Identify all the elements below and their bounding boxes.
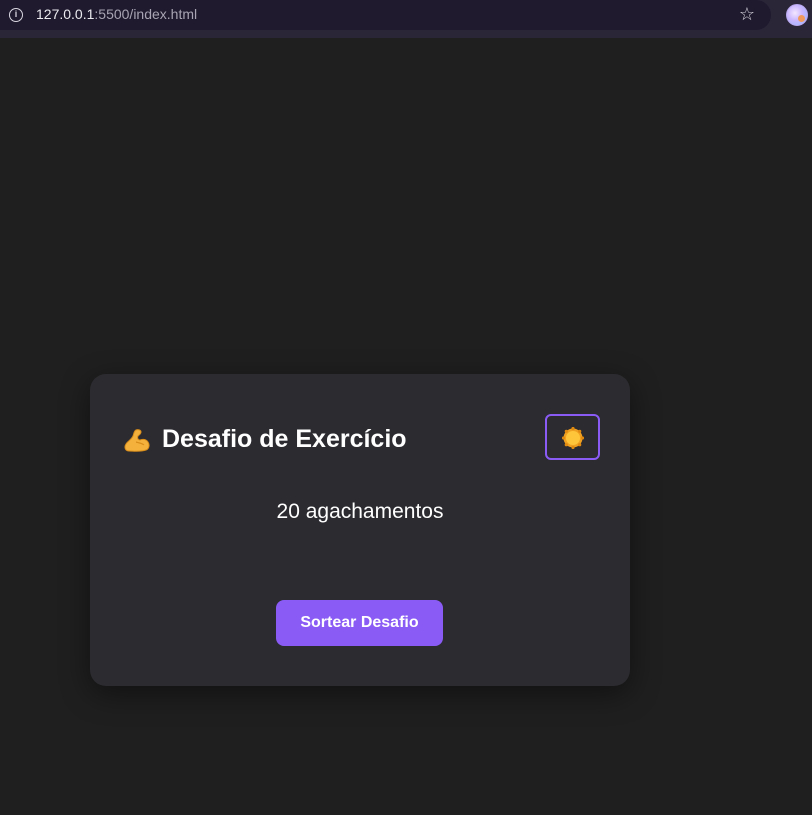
draw-challenge-button[interactable]: Sortear Desafio [276, 600, 443, 646]
avatar-badge [798, 15, 805, 22]
url-host: 127.0.0.1 [36, 6, 95, 22]
sun-icon [562, 427, 584, 449]
page-title: Desafio de Exercício [162, 425, 407, 453]
star-icon[interactable]: ☆ [737, 3, 757, 25]
info-icon[interactable]: i [9, 8, 23, 22]
url-text[interactable]: 127.0.0.1:5500/index.html [36, 6, 197, 22]
challenge-text: 20 agachamentos [276, 500, 444, 523]
flexed-biceps-icon [124, 429, 150, 452]
address-bar[interactable]: i 127.0.0.1:5500/index.html [0, 0, 771, 30]
url-path: :5500/index.html [94, 6, 198, 22]
browser-toolbar: i 127.0.0.1:5500/index.html ☆ [0, 0, 812, 38]
avatar[interactable] [786, 4, 808, 26]
challenge-card: Desafio de Exercício 20 agachamentos Sor… [90, 374, 630, 686]
theme-toggle-button[interactable] [545, 414, 600, 460]
